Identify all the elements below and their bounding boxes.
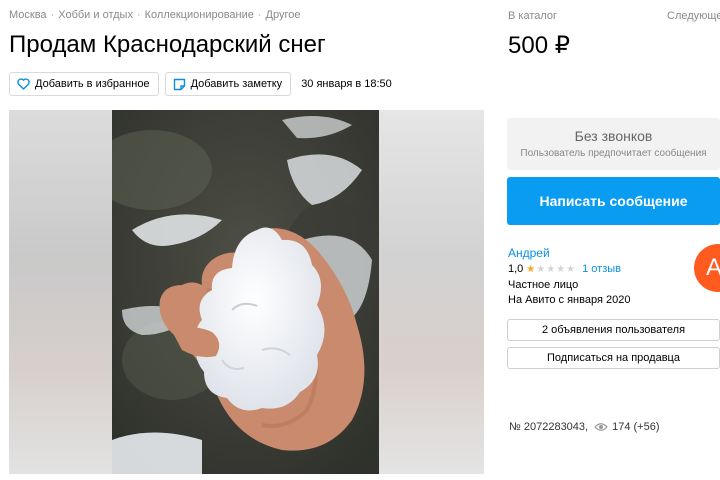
heart-icon xyxy=(17,78,30,90)
listing-id: № 2072283043, xyxy=(509,421,589,433)
write-message-button[interactable]: Написать сообщение xyxy=(507,177,720,225)
catalog-link[interactable]: В каталог xyxy=(508,10,557,22)
breadcrumb-item-other[interactable]: Другое xyxy=(266,9,301,21)
next-listing-link[interactable]: Следующее xyxy=(667,10,720,22)
seller-name-link[interactable]: Андрей xyxy=(508,246,550,260)
views-count: 174 (+56) xyxy=(612,421,660,433)
photo-gallery[interactable] xyxy=(9,110,484,474)
listing-actions: Добавить в избранное Добавить заметку 30… xyxy=(9,72,392,96)
seller-rating-value: 1,0 xyxy=(508,263,524,275)
breadcrumb-item-collecting[interactable]: Коллекционирование xyxy=(145,9,254,21)
breadcrumb-separator: · xyxy=(136,9,141,21)
price: 500 ₽ xyxy=(508,32,570,59)
seller-since: На Авито с января 2020 xyxy=(508,294,631,306)
snowball-in-hand-image xyxy=(112,110,379,474)
seller-type: Частное лицо xyxy=(508,279,579,291)
star-icon-empty: ★★★★ xyxy=(536,263,577,275)
add-note-button[interactable]: Добавить заметку xyxy=(164,72,292,96)
page-title: Продам Краснодарский снег xyxy=(9,31,326,58)
add-to-favorites-button[interactable]: Добавить в избранное xyxy=(9,72,159,96)
note-icon xyxy=(173,78,185,90)
avatar[interactable]: А xyxy=(694,244,720,292)
add-to-favorites-label: Добавить в избранное xyxy=(35,78,150,90)
add-note-label: Добавить заметку xyxy=(190,78,283,90)
listing-meta: № 2072283043, 174 (+56) xyxy=(509,421,660,433)
gallery-blur-left xyxy=(9,110,112,474)
rating-stars: ★★★★★ xyxy=(526,264,576,275)
no-calls-notice: Без звонков Пользователь предпочитает со… xyxy=(507,118,720,170)
seller-rating: 1,0 ★★★★★ 1 отзыв xyxy=(508,263,621,275)
listing-date: 30 января в 18:50 xyxy=(301,78,392,90)
breadcrumb: Москва · Хобби и отдых · Коллекционирование ·… xyxy=(9,9,301,21)
subscribe-seller-button[interactable]: Подписаться на продавца xyxy=(507,347,720,369)
listing-photo[interactable] xyxy=(112,110,379,474)
gallery-blur-right xyxy=(379,110,484,474)
no-calls-title: Без звонков xyxy=(574,128,653,144)
breadcrumb-separator: · xyxy=(50,9,55,21)
no-calls-subtitle: Пользователь предпочитает сообщения xyxy=(520,148,707,159)
seller-reviews-link[interactable]: 1 отзыв xyxy=(582,263,621,275)
breadcrumb-separator: · xyxy=(257,9,262,21)
eye-icon xyxy=(594,423,608,431)
seller-ads-button[interactable]: 2 объявления пользователя xyxy=(507,319,720,341)
breadcrumb-item-hobby[interactable]: Хобби и отдых xyxy=(58,9,133,21)
star-icon-filled: ★ xyxy=(526,263,537,275)
breadcrumb-item-city[interactable]: Москва xyxy=(9,9,47,21)
